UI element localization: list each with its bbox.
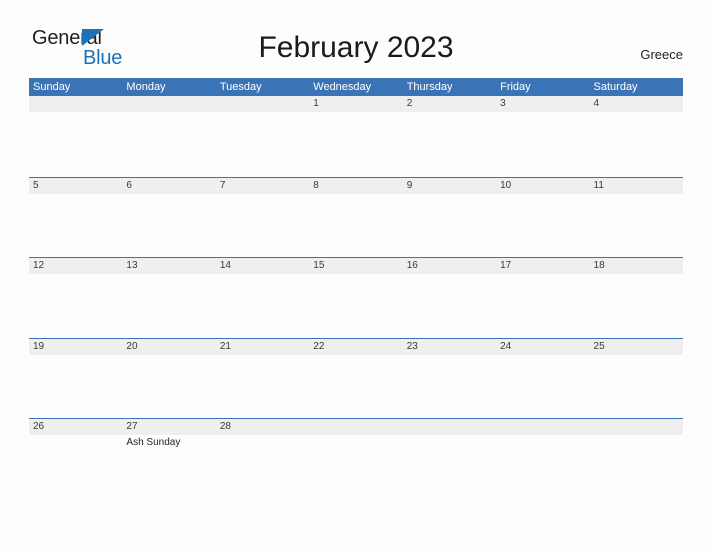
day-number[interactable] [216,96,309,112]
day-event: Ash Sunday [126,437,181,448]
day-number[interactable] [122,96,215,112]
day-event [590,194,683,195]
day-event [590,435,683,450]
day-event [403,112,496,113]
day-number[interactable] [496,419,589,435]
weekday-header-friday: Friday [500,81,531,93]
calendar-page: General Blue February 2023 Greece Sunday… [0,0,712,550]
day-number[interactable]: 6 [122,178,215,194]
day-event [216,355,309,356]
day-event [216,194,309,195]
weekday-header-row: Sunday Monday Tuesday Wednesday Thursday… [29,78,683,96]
day-event [496,274,589,275]
day-number[interactable] [29,96,122,112]
week-event-band [29,194,683,195]
weekday-header-tuesday: Tuesday [219,81,262,93]
day-number[interactable] [403,419,496,435]
week-date-band: 5 6 7 8 9 10 11 [29,177,683,194]
day-event [309,112,402,113]
day-event [590,355,683,356]
day-number[interactable]: 3 [496,96,589,112]
day-number[interactable]: 25 [590,339,683,355]
day-number[interactable]: 16 [403,258,496,274]
day-number[interactable]: 17 [496,258,589,274]
day-event [29,112,122,113]
page-title: February 2023 [258,31,454,64]
day-number[interactable]: 26 [29,419,122,435]
day-event [590,112,683,113]
day-event [122,274,215,275]
day-event [496,435,589,450]
day-number[interactable]: 10 [496,178,589,194]
day-number[interactable]: 27 [122,419,215,435]
day-number[interactable]: 2 [403,96,496,112]
week-row: 1 2 3 4 [29,96,683,177]
week-row: 19 20 21 22 23 24 25 [29,337,683,419]
week-event-band [29,355,683,356]
day-number[interactable]: 20 [122,339,215,355]
day-event [403,274,496,275]
day-number[interactable]: 8 [309,178,402,194]
day-event [403,355,496,356]
week-event-band [29,112,683,113]
day-number[interactable]: 18 [590,258,683,274]
day-number[interactable]: 4 [590,96,683,112]
week-date-band: 26 27 28 [29,419,683,435]
day-number[interactable]: 12 [29,258,122,274]
week-event-band [29,274,683,275]
week-event-band: Ash Sunday [29,435,683,450]
week-row: 12 13 14 15 16 17 18 [29,257,683,338]
week-row: 26 27 28 Ash Sunday [29,418,683,499]
day-event [29,435,122,450]
day-event [29,274,122,275]
day-number[interactable]: 13 [122,258,215,274]
day-event [309,355,402,356]
day-event [29,194,122,195]
day-number[interactable]: 21 [216,339,309,355]
day-event [122,194,215,195]
day-number[interactable]: 1 [309,96,402,112]
day-event [29,355,122,356]
day-number[interactable]: 9 [403,178,496,194]
day-number[interactable]: 22 [309,339,402,355]
day-event [216,274,309,275]
day-event [309,274,402,275]
day-number[interactable]: 19 [29,339,122,355]
day-number[interactable]: 11 [590,178,683,194]
region-label: Greece [640,47,683,62]
day-event [496,194,589,195]
day-number[interactable]: 14 [216,258,309,274]
week-date-band: 19 20 21 22 23 24 25 [29,338,683,355]
day-number[interactable]: 28 [216,419,309,435]
week-date-band: 12 13 14 15 16 17 18 [29,258,683,274]
day-event [403,435,496,450]
day-number[interactable]: 5 [29,178,122,194]
week-row: 5 6 7 8 9 10 11 [29,176,683,258]
day-event [590,274,683,275]
weekday-header-sunday: Sunday [33,81,71,93]
day-event [122,112,215,113]
weekday-header-thursday: Thursday [406,81,453,93]
day-event [122,355,215,356]
day-event [309,435,402,450]
weekday-header-monday: Monday [126,81,166,93]
day-number[interactable] [309,419,402,435]
weekday-header-wednesday: Wednesday [313,81,372,93]
day-event [309,194,402,195]
page-header: General Blue February 2023 Greece [0,0,712,78]
day-number[interactable]: 15 [309,258,402,274]
day-event [216,112,309,113]
day-event [496,112,589,113]
day-event [496,355,589,356]
day-number[interactable]: 24 [496,339,589,355]
week-date-band: 1 2 3 4 [29,96,683,112]
day-event [216,435,309,450]
day-event [403,194,496,195]
day-number[interactable]: 7 [216,178,309,194]
calendar-grid: Sunday Monday Tuesday Wednesday Thursday… [29,78,683,499]
day-number[interactable] [590,419,683,435]
day-number[interactable]: 23 [403,339,496,355]
weekday-header-saturday: Saturday [593,81,638,93]
